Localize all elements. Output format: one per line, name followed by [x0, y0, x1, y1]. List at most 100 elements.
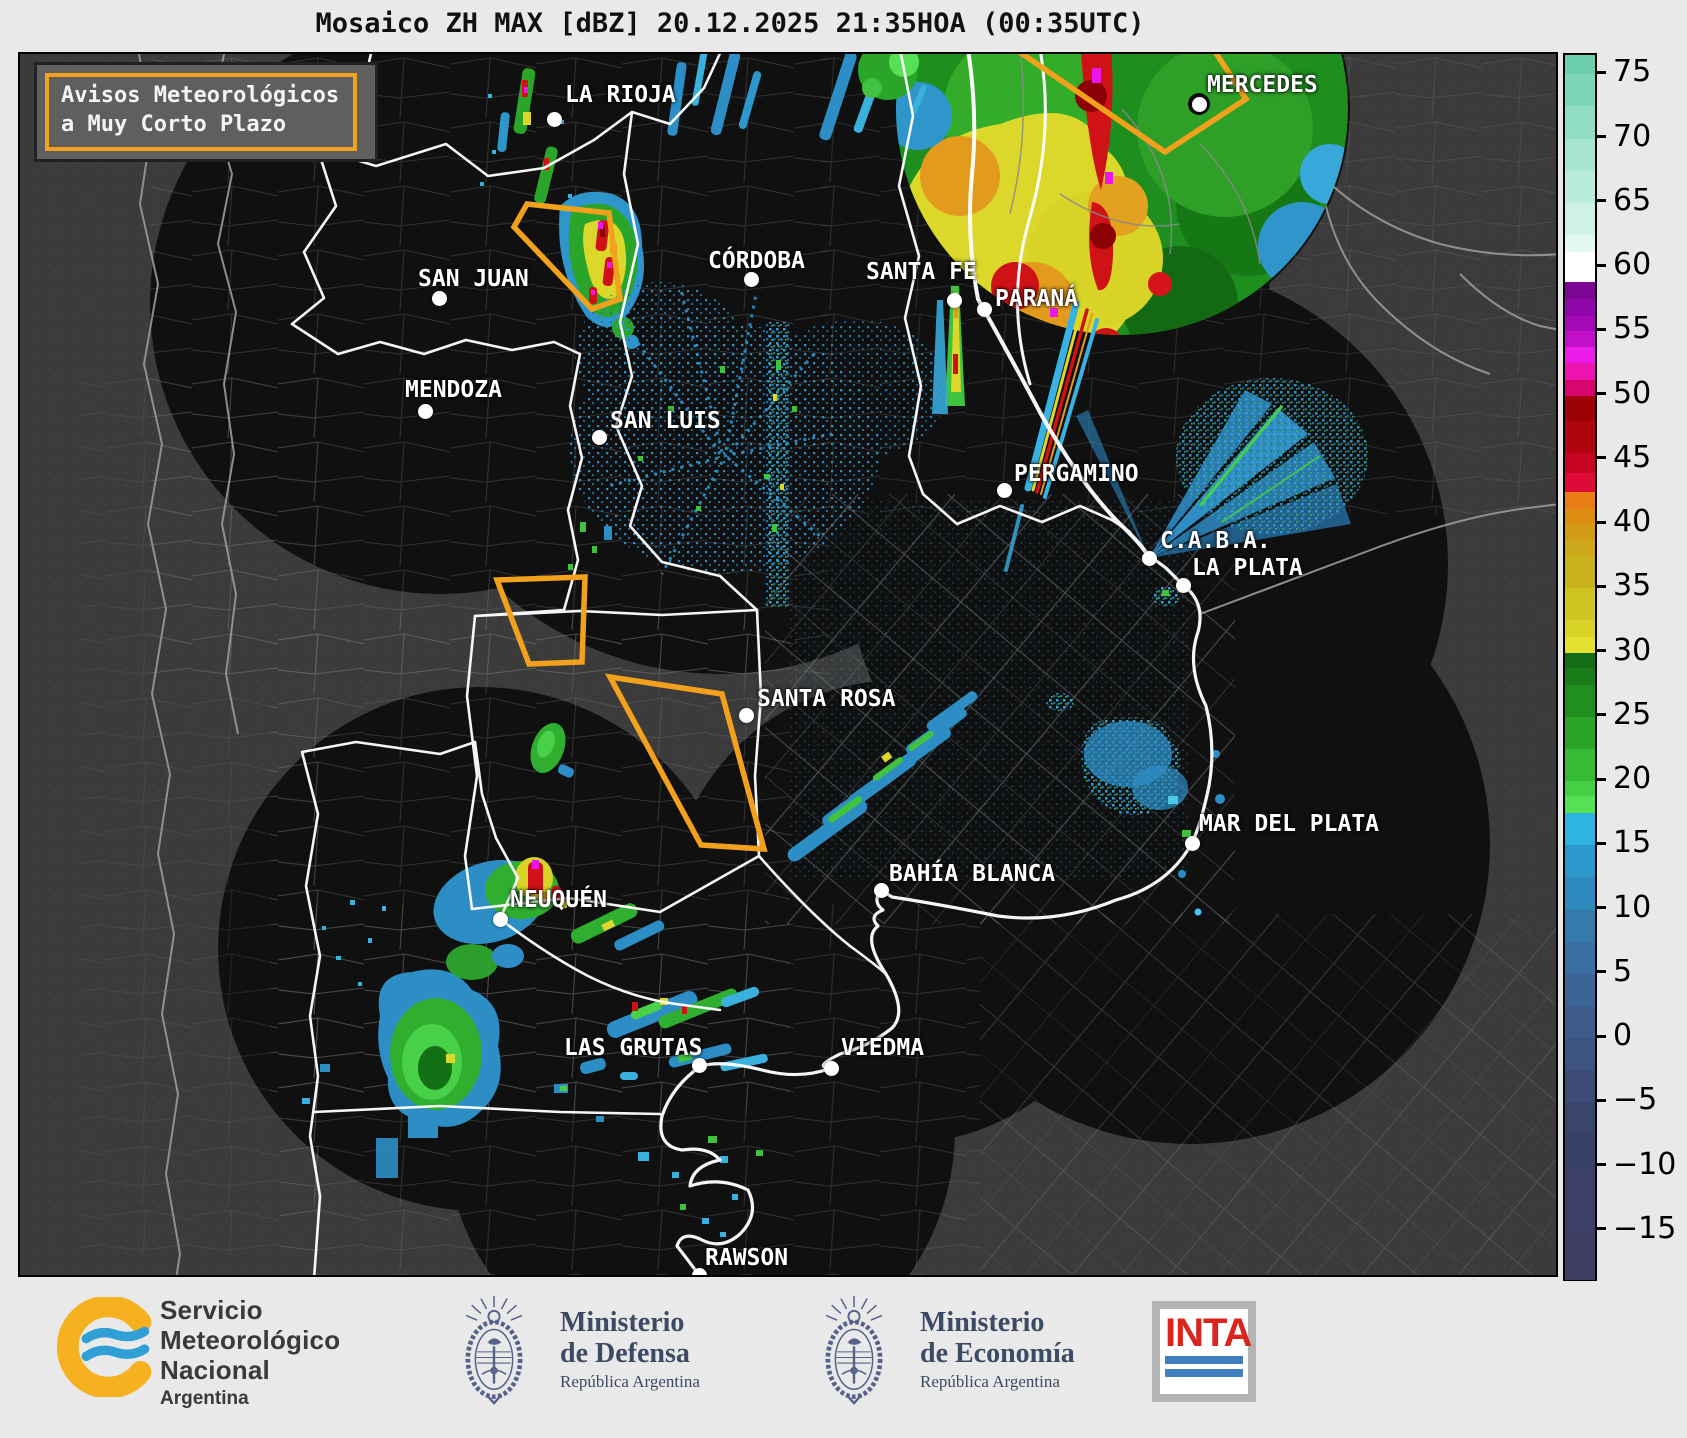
colorbar-tick-mark	[1595, 392, 1606, 396]
colorbar-band	[1565, 524, 1595, 541]
city-dot	[873, 882, 889, 898]
warnings-legend-box[interactable]: Avisos Meteorológicos a Muy Corto Plazo	[34, 62, 379, 163]
colorbar-tick-mark	[1595, 1163, 1606, 1167]
colorbar-tick-label: −15	[1613, 1210, 1677, 1246]
colorbar-band	[1565, 202, 1595, 236]
colorbar-tick-mark	[1595, 970, 1606, 974]
city-label: PERGAMINO	[1014, 461, 1139, 487]
footer-logos: Servicio Meteorológico Nacional Argentin…	[0, 1277, 1687, 1438]
colorbar-band	[1565, 1230, 1595, 1280]
colorbar-band	[1565, 1102, 1595, 1136]
colorbar-band	[1565, 973, 1595, 1007]
colorbar-tick-label: 5	[1613, 953, 1633, 989]
inta-bar-top	[1165, 1356, 1243, 1364]
colorbar-tick-label: 20	[1613, 761, 1652, 797]
colorbar-tick-label: 50	[1613, 375, 1652, 411]
colorbar-band	[1565, 55, 1595, 75]
city-label: SAN JUAN	[418, 266, 529, 292]
dbz-colorbar	[1563, 53, 1597, 1281]
colorbar-tick-mark	[1595, 906, 1606, 910]
colorbar-band	[1565, 684, 1595, 718]
city-label: VIEDMA	[841, 1035, 925, 1061]
colorbar-band	[1565, 667, 1595, 686]
warnings-legend-frame: Avisos Meteorológicos a Muy Corto Plazo	[45, 73, 358, 152]
radar-map[interactable]: Avisos Meteorológicos a Muy Corto Plazo …	[18, 52, 1558, 1277]
colorbar-tick-label: −10	[1613, 1146, 1677, 1182]
city-label: SAN LUIS	[610, 408, 721, 434]
colorbar-tick-mark	[1595, 1227, 1606, 1231]
smn-logo-text: Servicio Meteorológico Nacional Argentin…	[160, 1295, 340, 1410]
city-dot	[823, 1060, 839, 1076]
radar-mosaic-page: { "title": "Mosaico ZH MAX [dBZ] 20.12.2…	[0, 0, 1687, 1438]
colorbar-tick-mark	[1595, 456, 1606, 460]
colorbar-tick-mark	[1595, 777, 1606, 781]
colorbar-tick-label: 75	[1613, 54, 1652, 90]
colorbar-band	[1565, 1166, 1595, 1232]
city-label: LAS GRUTAS	[564, 1035, 703, 1061]
city-label: C.A.B.A.	[1160, 528, 1271, 554]
colorbar-tick-mark	[1595, 1034, 1606, 1038]
city-dot	[1141, 550, 1157, 566]
colorbar-band	[1565, 909, 1595, 943]
colorbar-band	[1565, 716, 1595, 750]
colorbar-band	[1565, 251, 1595, 284]
colorbar-tick-label: −5	[1613, 1082, 1658, 1118]
colorbar-band	[1565, 845, 1595, 879]
colorbar-band	[1565, 877, 1595, 911]
city-dot	[431, 290, 447, 306]
smn-line3: Nacional	[160, 1355, 270, 1385]
smn-logo-icon	[56, 1297, 152, 1397]
colorbar-tick-mark	[1595, 520, 1606, 524]
city-dot	[946, 292, 962, 308]
smn-line1: Servicio	[160, 1295, 263, 1325]
colorbar-band	[1565, 796, 1595, 814]
colorbar-band	[1565, 491, 1595, 510]
colorbar-tick-label: 45	[1613, 439, 1652, 475]
colorbar-band	[1565, 234, 1595, 253]
colorbar-band	[1565, 453, 1595, 474]
warnings-legend-line1: Avisos Meteorológicos	[61, 83, 340, 108]
colorbar-band	[1565, 637, 1595, 654]
colorbar-tick-mark	[1595, 135, 1606, 139]
colorbar-tick-label: 55	[1613, 311, 1652, 347]
economia-line1: Ministerio	[920, 1307, 1045, 1338]
colorbar-tick-mark	[1595, 713, 1606, 717]
city-dot	[1191, 96, 1207, 112]
colorbar-band	[1565, 556, 1595, 589]
colorbar-tick-label: 65	[1613, 182, 1652, 218]
city-dot	[738, 707, 754, 723]
colorbar-band	[1565, 472, 1595, 493]
colorbar-band	[1565, 1005, 1595, 1039]
city-dot	[996, 482, 1012, 498]
city-dot	[976, 301, 992, 317]
colorbar-tick-mark	[1595, 584, 1606, 588]
colorbar-band	[1565, 1038, 1595, 1071]
defensa-line3: República Argentina	[560, 1372, 700, 1391]
warnings-legend-line2: a Muy Corto Plazo	[61, 111, 287, 137]
colorbar-band	[1565, 331, 1595, 348]
colorbar-tick-mark	[1595, 327, 1606, 331]
city-label: MENDOZA	[405, 377, 502, 403]
city-dot	[417, 403, 433, 419]
colorbar-tick-mark	[1595, 199, 1606, 203]
city-dot	[591, 429, 607, 445]
page-title: Mosaico ZH MAX [dBZ] 20.12.2025 21:35HOA…	[315, 8, 1145, 39]
economia-line2: de Economía	[920, 1338, 1075, 1369]
colorbar-band	[1565, 941, 1595, 975]
colorbar-band	[1565, 395, 1595, 422]
colorbar-band	[1565, 421, 1595, 455]
colorbar-band	[1565, 1070, 1595, 1103]
economia-line3: República Argentina	[920, 1372, 1060, 1391]
colorbar-band	[1565, 588, 1595, 622]
city-label: SANTA ROSA	[757, 686, 896, 712]
city-dot	[546, 111, 562, 127]
smn-line4: Argentina	[160, 1388, 249, 1409]
city-label: LA RIOJA	[565, 82, 676, 108]
colorbar-band	[1565, 620, 1595, 638]
colorbar-band	[1565, 748, 1595, 782]
city-label: NEUQUÉN	[510, 887, 607, 913]
colorbar-band	[1565, 346, 1595, 365]
colorbar-band	[1565, 652, 1595, 669]
city-dot	[1175, 577, 1191, 593]
colorbar-tick-label: 30	[1613, 632, 1652, 668]
